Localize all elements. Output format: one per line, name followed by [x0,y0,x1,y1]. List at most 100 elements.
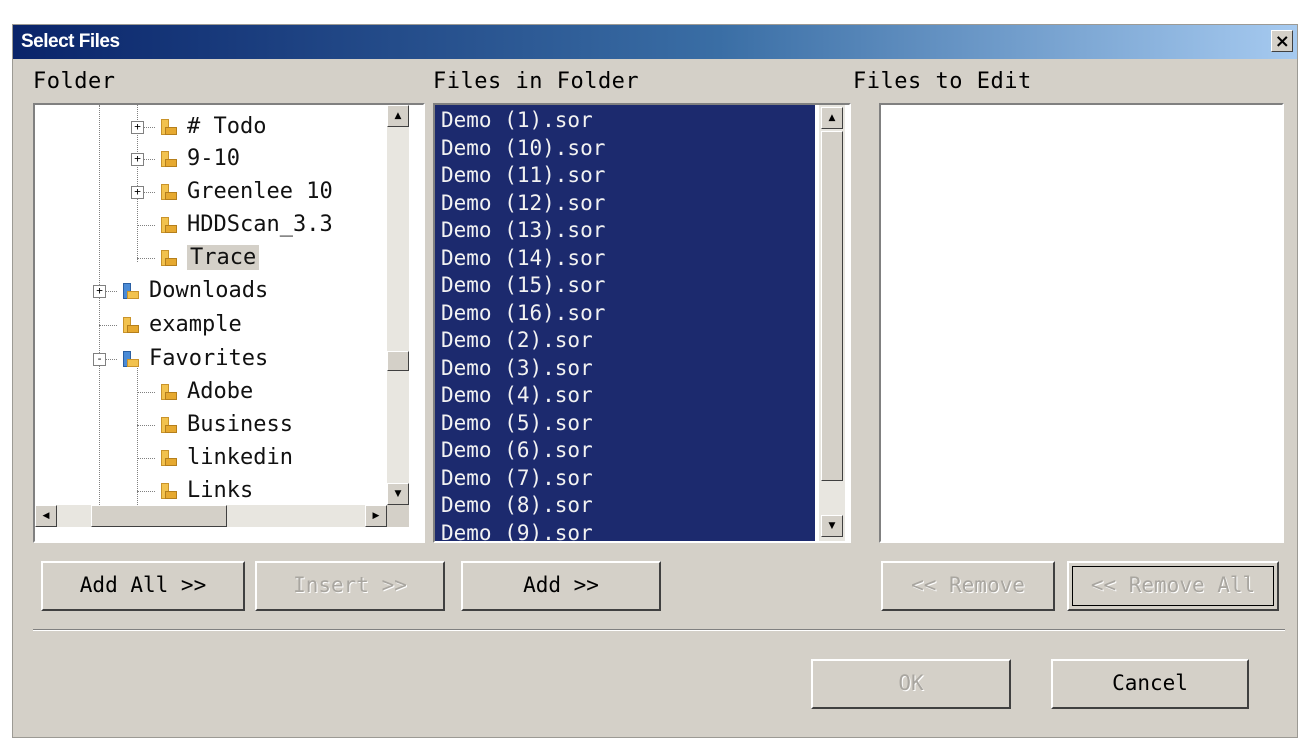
close-icon: × [1274,31,1290,52]
title-bar: Select Files × [13,25,1297,59]
folder-icon [159,415,177,433]
scroll-down-button[interactable]: ▼ [387,483,409,505]
files-list-body: Demo (1).sor Demo (10).sor Demo (11).sor… [435,105,815,541]
tree-item-9-10[interactable]: 9-10 [159,143,240,175]
scroll-down-button[interactable]: ▼ [821,515,843,537]
list-item[interactable]: Demo (8).sor [441,492,593,520]
ok-button[interactable]: OK [811,659,1011,709]
chevron-down-icon: ▼ [394,489,402,499]
tree-item-label: Greenlee 10 [187,179,333,204]
folder-icon [121,315,139,333]
expand-icon[interactable]: + [93,285,106,298]
add-button[interactable]: Add >> [461,561,661,611]
chevron-left-icon: ◀ [42,511,50,521]
tree-item-todo[interactable]: # Todo [159,111,266,143]
tree-horizontal-scrollbar[interactable]: ◀ ▶ [35,505,387,527]
tree-guide-line [137,363,138,505]
tree-guide-line [99,105,100,505]
tree-item-label: 9-10 [187,146,240,171]
tree-item-label: linkedin [187,445,293,470]
tree-guide-line [137,225,155,226]
tree-item-label: Favorites [149,346,269,371]
list-item[interactable]: Demo (5).sor [441,410,593,438]
list-item[interactable]: Demo (14).sor [441,245,605,273]
folder-icon [159,448,177,466]
folder-icon [159,215,177,233]
expand-icon[interactable]: + [131,153,144,166]
files-in-folder-list[interactable]: Demo (1).sor Demo (10).sor Demo (11).sor… [433,103,851,543]
favorites-folder-icon [121,349,139,367]
list-item[interactable]: Demo (9).sor [441,520,593,542]
list-item[interactable]: Demo (2).sor [441,327,593,355]
tree-item-label: Business [187,412,293,437]
list-item[interactable]: Demo (1).sor [441,107,593,135]
tree-item-greenlee[interactable]: Greenlee 10 [159,176,333,208]
tree-guide-line [137,392,155,393]
tree-item-linkedin[interactable]: linkedin [159,442,293,474]
tree-guide-line [137,425,155,426]
folder-icon [159,149,177,167]
scroll-thumb[interactable] [387,351,409,371]
list-item[interactable]: Demo (16).sor [441,300,605,328]
scroll-left-button[interactable]: ◀ [35,505,57,527]
chevron-up-icon: ▲ [394,111,402,121]
cancel-button[interactable]: Cancel [1051,659,1249,709]
tree-item-adobe[interactable]: Adobe [159,376,253,408]
folder-icon [159,481,177,499]
list-item[interactable]: Demo (4).sor [441,382,593,410]
folder-icon [159,182,177,200]
tree-item-favorites[interactable]: Favorites [121,343,268,375]
list-item[interactable]: Demo (6).sor [441,437,593,465]
chevron-right-icon: ▶ [372,511,380,521]
files-to-edit-label: Files to Edit [853,69,1032,94]
remove-all-button[interactable]: << Remove All [1067,561,1279,611]
tree-item-label: Links [187,478,254,503]
list-item[interactable]: Demo (10).sor [441,135,605,163]
scroll-up-button[interactable]: ▲ [387,105,409,127]
tree-item-business[interactable]: Business [159,409,293,441]
scroll-thumb[interactable] [821,131,843,481]
downloads-folder-icon [121,281,139,299]
separator [33,629,1285,631]
tree-item-hddscan[interactable]: HDDScan_3.3 [159,209,333,241]
list-item[interactable]: Demo (15).sor [441,272,605,300]
tree-item-links[interactable]: Links [159,475,253,505]
folder-icon [159,117,177,135]
list-item[interactable]: Demo (3).sor [441,355,593,383]
scroll-thumb[interactable] [91,505,227,527]
tree-item-example[interactable]: example [121,309,242,341]
tree-item-label: Adobe [187,379,254,404]
files-vertical-scrollbar[interactable]: ▲ ▼ [819,105,845,541]
select-files-dialog: Select Files × Folder Files in Folder Fi… [12,24,1298,738]
tree-item-label: Trace [187,245,260,270]
folder-label: Folder [33,69,116,94]
expand-icon[interactable]: + [131,121,144,134]
folder-tree-body: + + + + - # Todo 9-10 Greenlee 10 HDDSca… [35,105,387,505]
scroll-right-button[interactable]: ▶ [365,505,387,527]
insert-button[interactable]: Insert >> [255,561,445,611]
list-item[interactable]: Demo (12).sor [441,190,605,218]
add-all-button[interactable]: Add All >> [41,561,245,611]
files-to-edit-list[interactable] [879,103,1284,543]
tree-guide-line [137,491,155,492]
tree-guide-line [99,325,117,326]
folder-tree[interactable]: + + + + - # Todo 9-10 Greenlee 10 HDDSca… [33,103,425,543]
files-in-folder-label: Files in Folder [433,69,640,94]
tree-item-trace[interactable]: Trace [159,242,260,274]
tree-item-label: # Todo [187,114,267,139]
list-item[interactable]: Demo (13).sor [441,217,605,245]
tree-item-downloads[interactable]: Downloads [121,275,268,307]
tree-item-label: HDDScan_3.3 [187,212,333,237]
list-item[interactable]: Demo (11).sor [441,162,605,190]
list-item[interactable]: Demo (7).sor [441,465,593,493]
folder-icon [159,382,177,400]
collapse-icon[interactable]: - [93,353,106,366]
expand-icon[interactable]: + [131,186,144,199]
remove-button[interactable]: << Remove [881,561,1055,611]
scroll-up-button[interactable]: ▲ [821,107,843,129]
chevron-down-icon: ▼ [828,521,836,531]
window-title: Select Files [21,31,120,52]
tree-guide-line [137,458,155,459]
tree-vertical-scrollbar[interactable]: ▲ ▼ [387,105,409,505]
close-button[interactable]: × [1271,30,1293,52]
